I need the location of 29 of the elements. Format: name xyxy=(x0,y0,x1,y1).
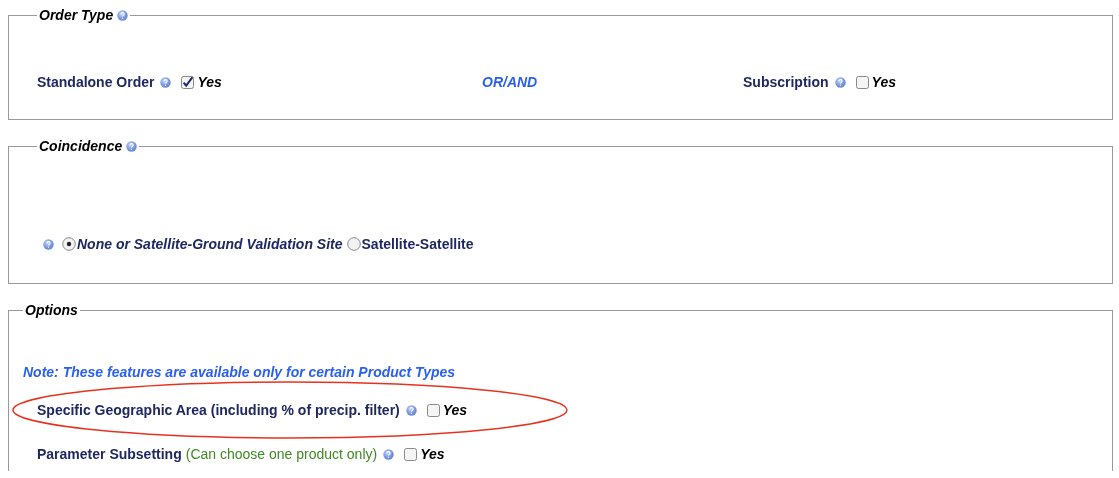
checkbox[interactable] xyxy=(404,447,418,461)
help-icon[interactable] xyxy=(160,76,172,88)
option-label: Yes xyxy=(420,446,445,462)
radio-button[interactable] xyxy=(346,237,361,251)
connector-text: OR/AND xyxy=(482,74,539,90)
help-icon[interactable] xyxy=(834,76,846,88)
option-label: Yes xyxy=(197,74,222,90)
field-label: Specific Geographic Area (including % of precip. filter) xyxy=(37,402,400,418)
field-label: Subscription xyxy=(743,74,829,90)
radio-label: None or Satellite-Ground Validation Site xyxy=(77,236,343,252)
radio-label: Satellite-Satellite xyxy=(361,236,474,252)
option-label: Yes xyxy=(871,74,896,90)
option-label: Yes xyxy=(442,402,468,418)
help-icon[interactable] xyxy=(383,448,395,460)
field-label: Standalone Order xyxy=(37,74,155,90)
radio-button[interactable] xyxy=(62,237,76,251)
section-legend: Options xyxy=(25,302,78,318)
help-icon[interactable] xyxy=(126,140,138,152)
checkbox[interactable] xyxy=(181,75,195,89)
help-icon[interactable] xyxy=(43,238,54,250)
help-icon[interactable] xyxy=(117,9,129,21)
checkbox[interactable] xyxy=(855,75,869,89)
field-label: Parameter Subsetting xyxy=(37,446,182,462)
checkbox[interactable] xyxy=(426,403,440,417)
help-icon[interactable] xyxy=(405,404,417,416)
section-legend: Order Type xyxy=(39,7,114,23)
section-legend: Coincidence xyxy=(39,138,123,154)
hint-text: (Can choose one product only) xyxy=(185,446,378,462)
note-text: Note: These features are available only for certain Product Types xyxy=(23,363,457,382)
